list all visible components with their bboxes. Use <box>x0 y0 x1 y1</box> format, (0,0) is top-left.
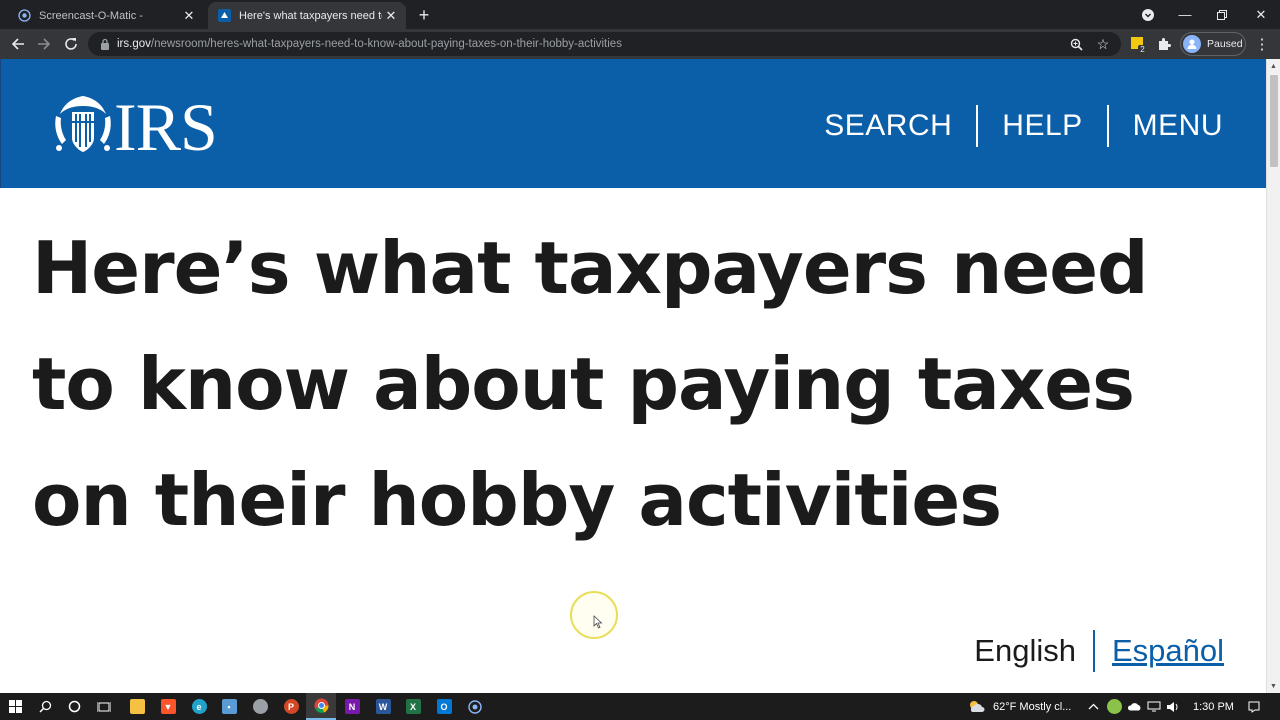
clock-time[interactable]: 1:30 PM <box>1193 693 1234 720</box>
eagle-logo-icon <box>50 92 116 161</box>
edge-browser-icon[interactable]: e <box>184 693 214 720</box>
address-bar[interactable]: irs.gov/newsroom/heres-what-taxpayers-ne… <box>88 32 1121 56</box>
page-viewport: IRS SEARCH HELP MENU Here’s what taxpaye… <box>0 59 1280 693</box>
tab-close-icon[interactable]: ✕ <box>180 7 198 25</box>
article-headline: Here’s what taxpayers need to know about… <box>32 226 1149 542</box>
file-explorer-icon[interactable] <box>122 693 152 720</box>
browser-toolbar: irs.gov/newsroom/heres-what-taxpayers-ne… <box>0 29 1280 59</box>
weather-cloud-icon[interactable] <box>962 693 992 720</box>
onenote-icon[interactable]: N <box>337 693 367 720</box>
notifications-icon[interactable] <box>1240 693 1268 720</box>
minimize-button[interactable]: — <box>1166 0 1204 29</box>
kebab-menu-icon[interactable]: ⋮ <box>1251 33 1273 55</box>
new-tab-button[interactable]: + <box>414 5 434 25</box>
page-scrollbar[interactable]: ▲ ▼ <box>1266 59 1280 693</box>
language-espanol-link[interactable]: Español <box>1112 633 1224 669</box>
header-nav: SEARCH HELP MENU <box>800 104 1223 148</box>
outlook-icon[interactable]: O <box>429 693 459 720</box>
extensions-puzzle-icon[interactable] <box>1154 34 1174 54</box>
screencast-icon <box>17 9 31 23</box>
language-switcher: English Español <box>974 629 1224 673</box>
mouse-cursor-icon <box>593 615 603 634</box>
irs-logo-link[interactable]: IRS <box>50 88 218 165</box>
powerpoint-icon[interactable]: P <box>276 693 306 720</box>
weather-text[interactable]: 62°F Mostly cl... <box>993 693 1071 720</box>
windows-start-icon[interactable] <box>0 693 30 720</box>
bookmark-star-icon[interactable]: ☆ <box>1095 36 1111 52</box>
profile-button[interactable]: Paused <box>1180 32 1246 56</box>
reload-icon[interactable] <box>60 33 82 55</box>
scroll-up-arrow-icon[interactable]: ▲ <box>1267 59 1280 73</box>
browser-tabstrip: Screencast-O-Matic - ✕ Here's what taxpa… <box>0 0 1280 29</box>
irs-site-header: IRS SEARCH HELP MENU <box>0 59 1266 188</box>
irs-favicon-icon <box>217 9 231 23</box>
search-icon[interactable] <box>30 693 60 720</box>
profile-status: Paused <box>1207 38 1243 50</box>
app-icon[interactable]: ▪ <box>214 693 244 720</box>
volume-icon[interactable] <box>1160 693 1186 720</box>
tab-title: Here's what taxpayers need to know about… <box>239 9 382 22</box>
nav-menu-link[interactable]: MENU <box>1109 109 1223 143</box>
close-window-button[interactable]: ✕ <box>1242 0 1280 29</box>
tab-irs-article[interactable]: Here's what taxpayers need to know about… <box>208 2 406 29</box>
scroll-down-arrow-icon[interactable]: ▼ <box>1267 679 1280 693</box>
irs-logo-text: IRS <box>114 88 218 165</box>
zoom-icon[interactable] <box>1068 36 1084 52</box>
cortana-icon[interactable] <box>59 693 89 720</box>
scrollbar-thumb[interactable] <box>1270 75 1278 167</box>
lock-icon[interactable] <box>100 38 110 50</box>
nav-search-link[interactable]: SEARCH <box>800 109 976 143</box>
chrome-icon[interactable] <box>306 693 336 720</box>
tab-title: Screencast-O-Matic - <box>39 9 143 22</box>
excel-icon[interactable]: X <box>398 693 428 720</box>
url-path: /newsroom/heres-what-taxpayers-need-to-k… <box>150 38 622 50</box>
screencast-app-icon[interactable] <box>460 693 490 720</box>
avatar-icon <box>1183 35 1201 53</box>
sticky-notes-extension-icon[interactable]: 2 <box>1128 34 1148 54</box>
forward-arrow-icon[interactable] <box>33 33 55 55</box>
tab-screencast[interactable]: Screencast-O-Matic - ✕ <box>8 2 204 29</box>
tab-close-icon[interactable]: ✕ <box>382 7 400 25</box>
task-view-icon[interactable] <box>89 693 119 720</box>
restore-button[interactable] <box>1203 0 1241 29</box>
brave-browser-icon[interactable]: ▼ <box>153 693 183 720</box>
url-text: irs.gov/newsroom/heres-what-taxpayers-ne… <box>117 38 622 50</box>
url-host: irs.gov <box>117 38 151 50</box>
tab-search-icon[interactable] <box>1129 0 1167 29</box>
word-icon[interactable]: W <box>368 693 398 720</box>
nav-help-link[interactable]: HELP <box>978 109 1106 143</box>
back-arrow-icon[interactable] <box>7 33 29 55</box>
language-current: English <box>974 633 1076 668</box>
language-divider <box>1092 630 1095 672</box>
app-icon[interactable] <box>245 693 275 720</box>
windows-taskbar: ▼ e ▪ P N W X O 62°F Mostly cl... 1:30 P… <box>0 693 1280 720</box>
extension-badge: 2 <box>1140 45 1145 53</box>
